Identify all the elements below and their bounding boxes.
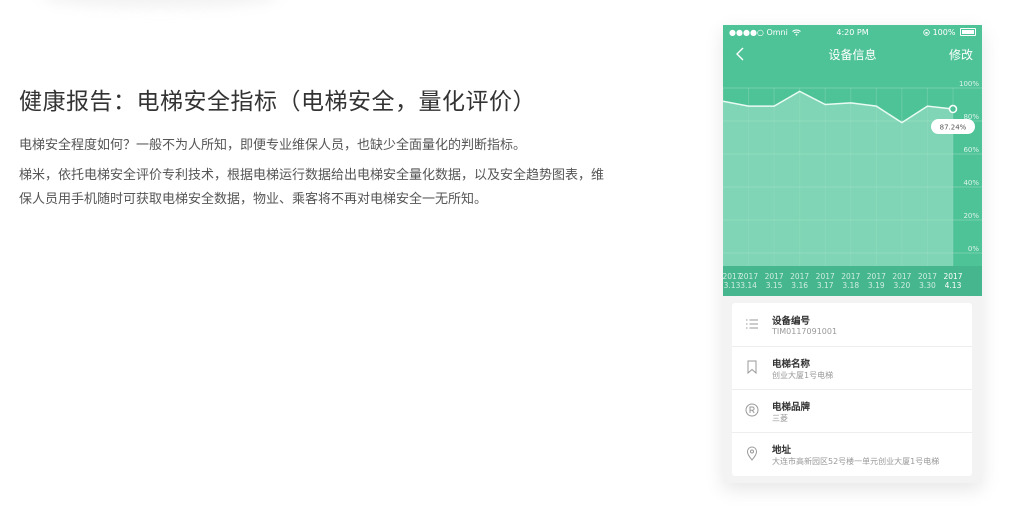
value-tooltip-label: 87.24% — [940, 124, 967, 132]
highlight-point — [948, 104, 958, 114]
top-decoration-shadow — [40, 0, 280, 8]
nav-title: 设备信息 — [828, 48, 877, 62]
description-paragraph: 梯米，依托电梯安全评价专利技术，根据电梯运行数据给出电梯安全量化数据，以及安全趋… — [19, 168, 605, 207]
info-value: 三菱 — [772, 414, 788, 423]
x-tick-label[interactable]: 2017 3.20 — [890, 272, 914, 290]
info-label: 电梯品牌 — [772, 402, 811, 413]
info-label: 设备编号 — [772, 316, 811, 327]
y-tick-label: 0% — [968, 245, 979, 253]
phone-mockup: ●●●●○ Omni 4:20 PM 100% 设备信息 修改 100% 80%… — [723, 25, 982, 483]
page-headline: 健康报告：电梯安全指标（电梯安全，量化评价） — [19, 89, 536, 115]
info-value: 创业大厦1号电梯 — [772, 371, 834, 380]
device-info-card: 设备编号 TIM0117091001 电梯名称 创业大厦1号电梯 电梯品牌 三菱… — [732, 303, 972, 476]
info-label: 地址 — [772, 445, 792, 456]
list-icon — [746, 319, 758, 329]
area-fill — [723, 91, 953, 266]
y-tick-label: 40% — [963, 179, 979, 187]
info-row-elevator-brand[interactable]: 电梯品牌 三菱 — [732, 389, 972, 433]
bookmark-icon — [747, 360, 757, 375]
y-tick-label: 100% — [959, 80, 979, 88]
info-label: 电梯名称 — [772, 359, 811, 370]
edit-button[interactable]: 修改 — [949, 46, 973, 63]
info-value: TIM0117091001 — [772, 327, 838, 336]
info-row-address[interactable]: 地址 大连市高新园区52号楼一单元创业大厦1号电梯 — [732, 432, 972, 475]
battery-icon — [960, 28, 976, 36]
info-value: 大连市高新园区52号楼一单元创业大厦1号电梯 — [772, 457, 940, 466]
date-axis: 2017 3.13 2017 3.14 2017 3.15 2017 3.16 2017 3.17… — [723, 266, 982, 296]
x-tick-label[interactable]: 2017 4.13 — [941, 272, 965, 290]
x-tick-label[interactable]: 2017 3.19 — [864, 272, 888, 290]
x-tick-label[interactable]: 2017 3.14 — [737, 272, 761, 290]
intro-paragraph: 电梯安全程度如何？一般不为人所知，即便专业维保人员，也缺少全面量化的判断指标。 — [19, 138, 527, 153]
rotation-lock-icon — [923, 29, 930, 36]
x-tick-label[interactable]: 2017 3.16 — [788, 272, 812, 290]
y-tick-label: 20% — [963, 212, 979, 220]
x-tick-label[interactable]: 2017 3.18 — [839, 272, 863, 290]
status-bar: ●●●●○ Omni 4:20 PM 100% — [723, 25, 982, 41]
status-battery: 100% — [923, 28, 976, 37]
x-tick-label[interactable]: 2017 3.30 — [915, 272, 939, 290]
x-tick-label[interactable]: 2017 3.15 — [762, 272, 786, 290]
location-pin-icon — [746, 446, 758, 461]
info-row-device-id[interactable]: 设备编号 TIM0117091001 — [732, 303, 972, 347]
chart-header-panel: ●●●●○ Omni 4:20 PM 100% 设备信息 修改 100% 80%… — [723, 25, 982, 296]
registered-icon — [745, 403, 759, 417]
info-row-elevator-name[interactable]: 电梯名称 创业大厦1号电梯 — [732, 346, 972, 390]
safety-trend-chart: 100%80%60%40%20%0%87.24% — [723, 80, 982, 266]
y-tick-label: 60% — [963, 146, 979, 154]
nav-bar: 设备信息 修改 — [723, 41, 982, 67]
x-tick-label[interactable]: 2017 3.17 — [813, 272, 837, 290]
